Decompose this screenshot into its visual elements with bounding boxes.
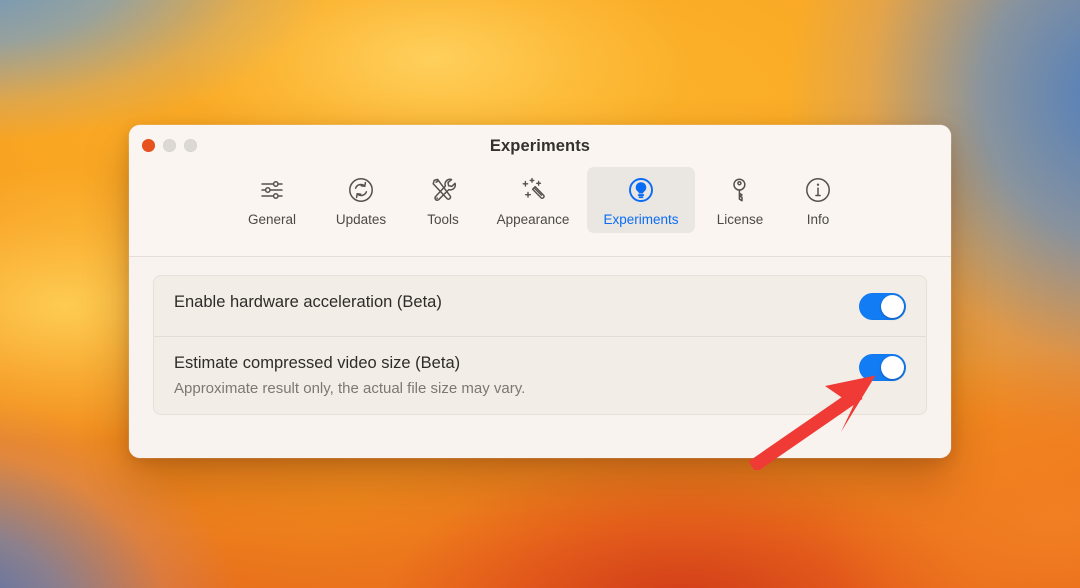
tools-icon xyxy=(429,175,457,205)
preferences-window: Experiments General Updates Tools Appear… xyxy=(129,125,951,458)
desktop-background: Experiments General Updates Tools Appear… xyxy=(0,0,1080,588)
key-icon xyxy=(726,175,754,205)
experiments-pane: Enable hardware acceleration (Beta) Esti… xyxy=(129,257,951,458)
refresh-circle-icon xyxy=(347,175,375,205)
lightbulb-circle-icon xyxy=(627,175,655,205)
window-titlebar: Experiments General Updates Tools Appear… xyxy=(129,125,951,257)
tab-license-label: License xyxy=(716,212,764,227)
tab-license[interactable]: License xyxy=(697,167,783,233)
setting-row-text: Enable hardware acceleration (Beta) xyxy=(174,292,442,312)
setting-row-text: Estimate compressed video size (Beta) Ap… xyxy=(174,353,525,398)
setting-row-estimate-compressed-size: Estimate compressed video size (Beta) Ap… xyxy=(154,336,926,414)
tab-updates-label: Updates xyxy=(335,212,387,227)
window-title: Experiments xyxy=(489,137,591,155)
toggle-knob xyxy=(881,295,904,318)
setting-title: Enable hardware acceleration (Beta) xyxy=(174,293,442,311)
toggle-estimate-compressed-size[interactable] xyxy=(859,354,906,381)
tab-tools-label: Tools xyxy=(427,212,459,227)
sliders-icon xyxy=(259,175,285,205)
tab-general[interactable]: General xyxy=(229,167,315,233)
settings-card: Enable hardware acceleration (Beta) Esti… xyxy=(153,275,927,415)
tab-general-label: General xyxy=(247,212,297,227)
tab-updates[interactable]: Updates xyxy=(317,167,405,233)
setting-title: Estimate compressed video size (Beta) xyxy=(174,354,461,372)
info-circle-icon xyxy=(804,175,832,205)
tab-appearance[interactable]: Appearance xyxy=(481,167,585,233)
tab-tools[interactable]: Tools xyxy=(407,167,479,233)
tab-experiments-label: Experiments xyxy=(603,212,679,227)
setting-row-hardware-acceleration: Enable hardware acceleration (Beta) xyxy=(154,276,926,336)
preferences-toolbar: General Updates Tools Appearance Experim… xyxy=(129,167,951,233)
tab-experiments[interactable]: Experiments xyxy=(587,167,695,233)
tab-appearance-label: Appearance xyxy=(496,212,570,227)
tab-info[interactable]: Info xyxy=(785,167,851,233)
setting-subtitle: Approximate result only, the actual file… xyxy=(174,379,526,397)
magic-wand-icon xyxy=(519,175,547,205)
toggle-knob xyxy=(881,356,904,379)
tab-info-label: Info xyxy=(806,212,830,227)
toggle-hardware-acceleration[interactable] xyxy=(859,293,906,320)
